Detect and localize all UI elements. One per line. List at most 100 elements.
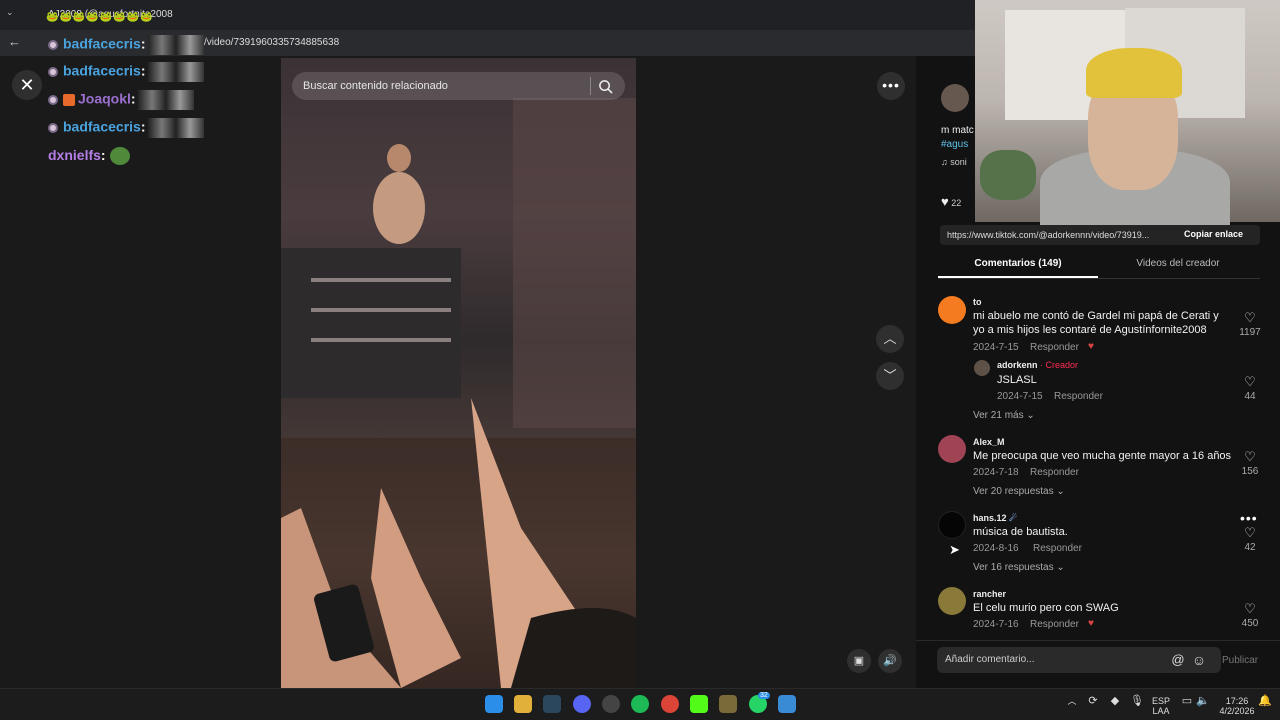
previous-video-button[interactable]: ︿	[876, 325, 904, 353]
clock[interactable]: 17:26 4/2/2026	[1214, 696, 1260, 716]
video-frame	[281, 98, 636, 688]
heart-icon[interactable]: ♡	[1243, 450, 1257, 464]
creator-liked-icon: ♥	[1088, 341, 1094, 352]
view-more-label: Ver 21 más	[973, 410, 1024, 421]
comment-more-icon[interactable]: •••	[1240, 510, 1258, 526]
video-description: m matc	[941, 125, 974, 136]
creator-avatar[interactable]	[941, 84, 969, 112]
comment-date: 2024-8-16	[973, 543, 1019, 554]
reply-button[interactable]: Responder	[1030, 619, 1079, 630]
tabs-divider	[938, 278, 1260, 279]
spotify-icon[interactable]	[631, 695, 649, 713]
tab-comments[interactable]: Comentarios (149)	[938, 258, 1098, 269]
badge-icon	[48, 123, 58, 133]
reply-button[interactable]: Responder	[1030, 467, 1079, 478]
comment-avatar[interactable]	[938, 435, 966, 463]
reply-text: JSLASL	[997, 374, 1037, 386]
reply-button[interactable]: Responder	[1030, 342, 1079, 353]
reply-user: adorkenn	[997, 360, 1038, 370]
chat-message: badfacecris:	[48, 35, 204, 57]
chat-user: Joaqokl	[78, 90, 131, 107]
pip-icon[interactable]: ▣	[847, 649, 871, 673]
chevron-down-icon: ⌄	[1056, 486, 1065, 497]
chevron-up-icon[interactable]: ︿	[1066, 696, 1078, 706]
emoji-picker-icon[interactable]: ☺	[1191, 652, 1207, 668]
chat-user: badfacecris	[63, 35, 141, 52]
chrome-icon[interactable]	[661, 695, 679, 713]
pepe-emote-icon	[109, 147, 130, 166]
kick-icon[interactable]	[690, 695, 708, 713]
url-text[interactable]: /video/7391960335734885638	[204, 37, 339, 48]
comment-username[interactable]: rancher	[973, 589, 1006, 599]
close-button[interactable]: ✕	[12, 70, 42, 100]
sound-link[interactable]: ♫ soni	[941, 157, 967, 167]
comment-date: 2024-7-15	[973, 342, 1019, 353]
chat-user: badfacecris	[63, 62, 141, 79]
video-player[interactable]	[281, 58, 636, 688]
reply-date: 2024-7-15	[997, 391, 1043, 402]
emote-row: 🐸🐸🐸🐸🐸🐸🐸🐸	[46, 12, 154, 23]
view-more-replies[interactable]: Ver 16 respuestas ⌄	[973, 562, 1065, 573]
back-arrow-icon[interactable]: ←	[8, 34, 24, 50]
heart-icon[interactable]: ♡	[1243, 602, 1257, 616]
mention-icon[interactable]: @	[1170, 652, 1186, 668]
creator-liked-icon: ♥	[1088, 618, 1094, 629]
like-counter[interactable]: ♥ 22	[941, 194, 961, 209]
language-indicator[interactable]: ESP LAA	[1150, 696, 1172, 716]
minecraft-icon[interactable]	[719, 695, 737, 713]
chat-message: badfacecris:	[48, 118, 204, 140]
comment-avatar[interactable]	[938, 511, 966, 539]
comment-username[interactable]: to	[973, 297, 982, 307]
windows-start-icon[interactable]	[485, 695, 503, 713]
reply-username[interactable]: adorkenn · Creador	[997, 360, 1078, 370]
heart-icon[interactable]: ♡	[1243, 375, 1257, 389]
comment-username[interactable]: Alex_M	[973, 437, 1005, 447]
lang-layout: LAA	[1152, 706, 1170, 716]
notification-icon[interactable]: 🔔	[1258, 696, 1272, 707]
streamer-beanie	[1086, 48, 1182, 98]
hashtag-link[interactable]: #agus	[941, 139, 968, 150]
comment-text: mi abuelo me contó de Gardel mi papá de …	[973, 310, 1219, 336]
like-count: 156	[1241, 466, 1259, 477]
chat-emote-image	[147, 118, 204, 138]
comment-date: 2024-7-16	[973, 619, 1019, 630]
more-options-button[interactable]: •••	[877, 72, 905, 100]
copy-link-button[interactable]: Copiar enlace	[1184, 229, 1243, 239]
like-count: 22	[951, 198, 962, 208]
next-video-button[interactable]: ﹀	[876, 362, 904, 390]
active-tab-indicator	[938, 276, 1098, 278]
related-search-input[interactable]: Buscar contenido relacionado	[292, 72, 625, 100]
comment-input[interactable]: Añadir comentario...	[937, 647, 1163, 673]
plush-toy	[980, 150, 1036, 200]
tab-list-icon[interactable]: ⌄	[6, 7, 20, 21]
comment-avatar[interactable]	[938, 587, 966, 615]
view-more-replies[interactable]: Ver 20 respuestas ⌄	[973, 486, 1065, 497]
network-icon[interactable]: ▭	[1180, 696, 1194, 707]
tab-creator-videos[interactable]: Videos del creador	[1098, 258, 1258, 269]
publish-button[interactable]: Publicar	[1222, 655, 1258, 666]
heart-icon[interactable]: ♡	[1243, 311, 1257, 325]
steam-icon[interactable]	[543, 695, 561, 713]
obs-icon[interactable]	[602, 695, 620, 713]
speaker-icon[interactable]: 🔈	[1196, 696, 1210, 707]
view-more-replies[interactable]: Ver 21 más ⌄	[973, 410, 1035, 421]
share-link-text[interactable]: https://www.tiktok.com/@adorkennn/video/…	[947, 230, 1173, 240]
shield-icon[interactable]: ◆	[1108, 696, 1122, 707]
comment-username[interactable]: hans.12 ☄	[973, 513, 1017, 524]
reply-button[interactable]: Responder	[1033, 543, 1082, 554]
comment-user: hans.12	[973, 513, 1007, 523]
volume-icon[interactable]: 🔊	[878, 649, 902, 673]
like-count: 44	[1244, 391, 1256, 402]
mic-icon[interactable]: 🎙	[1130, 696, 1144, 707]
search-icon[interactable]	[598, 79, 613, 94]
heart-icon[interactable]: ♡	[1243, 526, 1257, 540]
comment-avatar[interactable]	[938, 296, 966, 324]
view-more-label: Ver 16 respuestas	[973, 562, 1054, 573]
discord-icon[interactable]	[573, 695, 591, 713]
sync-icon[interactable]: ⟳	[1086, 696, 1100, 707]
reply-button[interactable]: Responder	[1054, 391, 1103, 402]
file-explorer-icon[interactable]	[514, 695, 532, 713]
like-count: 450	[1241, 618, 1259, 629]
reply-avatar[interactable]	[974, 360, 990, 376]
notepad-icon[interactable]	[778, 695, 796, 713]
